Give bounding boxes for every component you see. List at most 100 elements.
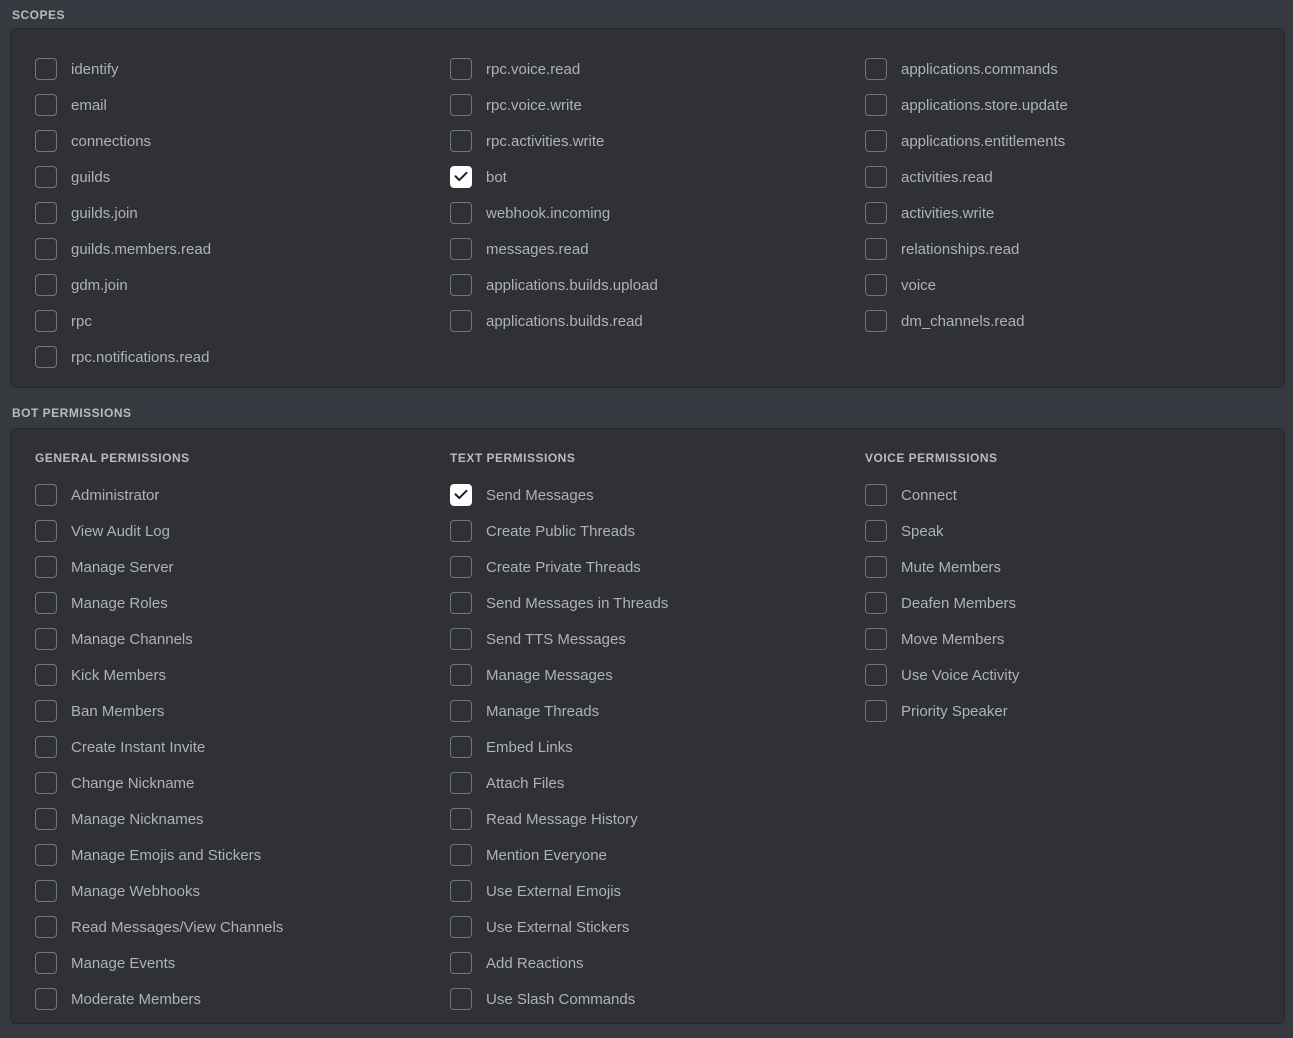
checkbox-row-read-messages-view-channels[interactable]: Read Messages/View Channels [35, 909, 450, 945]
checkbox-view-audit-log[interactable] [35, 520, 57, 542]
checkbox-voice[interactable] [865, 274, 887, 296]
checkbox-row-guilds[interactable]: guilds [35, 159, 450, 195]
checkbox-row-manage-events[interactable]: Manage Events [35, 945, 450, 981]
checkbox-row-connections[interactable]: connections [35, 123, 450, 159]
checkbox-row-bot[interactable]: bot [450, 159, 865, 195]
checkbox-row-rpc-activities-write[interactable]: rpc.activities.write [450, 123, 865, 159]
checkbox-row-attach-files[interactable]: Attach Files [450, 765, 865, 801]
checkbox-applications-builds-upload[interactable] [450, 274, 472, 296]
checkbox-embed-links[interactable] [450, 736, 472, 758]
checkbox-rpc-voice-write[interactable] [450, 94, 472, 116]
checkbox-row-deafen-members[interactable]: Deafen Members [865, 585, 1284, 621]
checkbox-use-external-emojis[interactable] [450, 880, 472, 902]
checkbox-row-ban-members[interactable]: Ban Members [35, 693, 450, 729]
checkbox-manage-server[interactable] [35, 556, 57, 578]
checkbox-row-speak[interactable]: Speak [865, 513, 1284, 549]
checkbox-read-messages-view-channels[interactable] [35, 916, 57, 938]
checkbox-row-manage-messages[interactable]: Manage Messages [450, 657, 865, 693]
checkbox-row-use-slash-commands[interactable]: Use Slash Commands [450, 981, 865, 1017]
checkbox-row-webhook-incoming[interactable]: webhook.incoming [450, 195, 865, 231]
checkbox-send-tts-messages[interactable] [450, 628, 472, 650]
checkbox-manage-channels[interactable] [35, 628, 57, 650]
checkbox-row-applications-store-update[interactable]: applications.store.update [865, 87, 1284, 123]
checkbox-row-applications-builds-upload[interactable]: applications.builds.upload [450, 267, 865, 303]
checkbox-row-administrator[interactable]: Administrator [35, 477, 450, 513]
checkbox-row-manage-threads[interactable]: Manage Threads [450, 693, 865, 729]
checkbox-manage-threads[interactable] [450, 700, 472, 722]
checkbox-applications-commands[interactable] [865, 58, 887, 80]
checkbox-row-rpc[interactable]: rpc [35, 303, 450, 339]
checkbox-guilds-join[interactable] [35, 202, 57, 224]
checkbox-rpc-activities-write[interactable] [450, 130, 472, 152]
checkbox-manage-events[interactable] [35, 952, 57, 974]
checkbox-create-public-threads[interactable] [450, 520, 472, 542]
checkbox-row-activities-read[interactable]: activities.read [865, 159, 1284, 195]
checkbox-row-mention-everyone[interactable]: Mention Everyone [450, 837, 865, 873]
checkbox-row-manage-webhooks[interactable]: Manage Webhooks [35, 873, 450, 909]
checkbox-create-instant-invite[interactable] [35, 736, 57, 758]
checkbox-manage-messages[interactable] [450, 664, 472, 686]
checkbox-row-move-members[interactable]: Move Members [865, 621, 1284, 657]
checkbox-use-slash-commands[interactable] [450, 988, 472, 1010]
checkbox-manage-nicknames[interactable] [35, 808, 57, 830]
checkbox-move-members[interactable] [865, 628, 887, 650]
checkbox-row-priority-speaker[interactable]: Priority Speaker [865, 693, 1284, 729]
checkbox-applications-entitlements[interactable] [865, 130, 887, 152]
checkbox-email[interactable] [35, 94, 57, 116]
checkbox-rpc-notifications-read[interactable] [35, 346, 57, 368]
checkbox-dm-channels-read[interactable] [865, 310, 887, 332]
checkbox-manage-emojis-and-stickers[interactable] [35, 844, 57, 866]
checkbox-row-read-message-history[interactable]: Read Message History [450, 801, 865, 837]
checkbox-row-kick-members[interactable]: Kick Members [35, 657, 450, 693]
checkbox-rpc-voice-read[interactable] [450, 58, 472, 80]
checkbox-rpc[interactable] [35, 310, 57, 332]
checkbox-activities-read[interactable] [865, 166, 887, 188]
checkbox-applications-store-update[interactable] [865, 94, 887, 116]
checkbox-use-voice-activity[interactable] [865, 664, 887, 686]
checkbox-row-moderate-members[interactable]: Moderate Members [35, 981, 450, 1017]
checkbox-applications-builds-read[interactable] [450, 310, 472, 332]
checkbox-row-connect[interactable]: Connect [865, 477, 1284, 513]
checkbox-row-email[interactable]: email [35, 87, 450, 123]
checkbox-row-use-external-emojis[interactable]: Use External Emojis [450, 873, 865, 909]
checkbox-row-create-private-threads[interactable]: Create Private Threads [450, 549, 865, 585]
checkbox-row-manage-emojis-and-stickers[interactable]: Manage Emojis and Stickers [35, 837, 450, 873]
checkbox-row-activities-write[interactable]: activities.write [865, 195, 1284, 231]
checkbox-speak[interactable] [865, 520, 887, 542]
checkbox-row-send-messages-in-threads[interactable]: Send Messages in Threads [450, 585, 865, 621]
checkbox-row-rpc-voice-read[interactable]: rpc.voice.read [450, 51, 865, 87]
checkbox-gdm-join[interactable] [35, 274, 57, 296]
checkbox-attach-files[interactable] [450, 772, 472, 794]
checkbox-row-applications-entitlements[interactable]: applications.entitlements [865, 123, 1284, 159]
checkbox-bot[interactable] [450, 166, 472, 188]
checkbox-row-guilds-join[interactable]: guilds.join [35, 195, 450, 231]
checkbox-send-messages-in-threads[interactable] [450, 592, 472, 614]
checkbox-row-mute-members[interactable]: Mute Members [865, 549, 1284, 585]
checkbox-manage-webhooks[interactable] [35, 880, 57, 902]
checkbox-kick-members[interactable] [35, 664, 57, 686]
checkbox-mention-everyone[interactable] [450, 844, 472, 866]
checkbox-guilds-members-read[interactable] [35, 238, 57, 260]
checkbox-ban-members[interactable] [35, 700, 57, 722]
checkbox-row-rpc-voice-write[interactable]: rpc.voice.write [450, 87, 865, 123]
checkbox-row-applications-builds-read[interactable]: applications.builds.read [450, 303, 865, 339]
checkbox-messages-read[interactable] [450, 238, 472, 260]
checkbox-connect[interactable] [865, 484, 887, 506]
checkbox-webhook-incoming[interactable] [450, 202, 472, 224]
checkbox-mute-members[interactable] [865, 556, 887, 578]
checkbox-send-messages[interactable] [450, 484, 472, 506]
checkbox-use-external-stickers[interactable] [450, 916, 472, 938]
checkbox-read-message-history[interactable] [450, 808, 472, 830]
checkbox-change-nickname[interactable] [35, 772, 57, 794]
checkbox-row-identify[interactable]: identify [35, 51, 450, 87]
checkbox-row-send-tts-messages[interactable]: Send TTS Messages [450, 621, 865, 657]
checkbox-priority-speaker[interactable] [865, 700, 887, 722]
checkbox-row-relationships-read[interactable]: relationships.read [865, 231, 1284, 267]
checkbox-row-manage-channels[interactable]: Manage Channels [35, 621, 450, 657]
checkbox-row-gdm-join[interactable]: gdm.join [35, 267, 450, 303]
checkbox-row-guilds-members-read[interactable]: guilds.members.read [35, 231, 450, 267]
checkbox-create-private-threads[interactable] [450, 556, 472, 578]
checkbox-row-create-public-threads[interactable]: Create Public Threads [450, 513, 865, 549]
checkbox-row-messages-read[interactable]: messages.read [450, 231, 865, 267]
checkbox-row-voice[interactable]: voice [865, 267, 1284, 303]
